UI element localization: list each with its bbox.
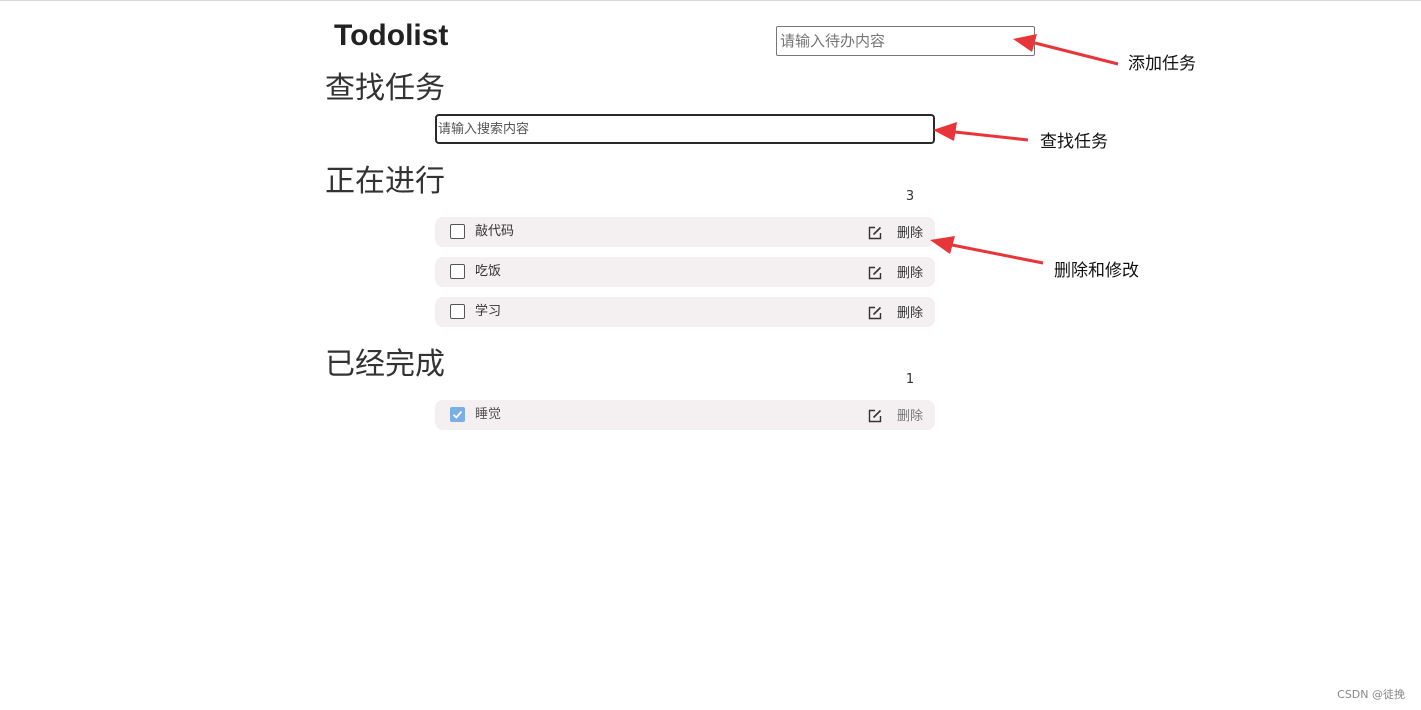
delete-button[interactable]: 删除: [897, 225, 923, 243]
edit-icon[interactable]: [868, 305, 882, 320]
arrow-delete-edit-icon: [930, 236, 1044, 265]
watermark: CSDN @徒挽: [1337, 688, 1405, 701]
todo-checkbox[interactable]: [450, 224, 465, 239]
in-progress-section-title: 正在进行: [325, 164, 445, 199]
search-section-title: 查找任务: [325, 71, 445, 106]
app-title: Todolist: [334, 19, 449, 52]
todo-checkbox[interactable]: [450, 264, 465, 279]
search-input[interactable]: [435, 114, 935, 144]
annotation-find-task: 查找任务: [1040, 132, 1108, 152]
todo-item: 吃饭 删除: [435, 257, 935, 287]
todo-item: 敲代码 删除: [435, 217, 935, 247]
annotation-arrows: [930, 34, 1119, 265]
delete-button[interactable]: 删除: [897, 305, 923, 323]
delete-button[interactable]: 删除: [897, 265, 923, 283]
todo-item-text: 睡觉: [475, 407, 502, 422]
in-progress-count: 3: [905, 189, 915, 204]
annotation-delete-edit: 删除和修改: [1054, 261, 1139, 281]
completed-count: 1: [905, 372, 915, 387]
annotation-add-task: 添加任务: [1128, 54, 1196, 74]
todo-item-text: 学习: [475, 304, 502, 319]
todo-item-text: 敲代码: [475, 224, 515, 239]
edit-icon[interactable]: [868, 408, 882, 423]
edit-icon[interactable]: [868, 265, 882, 280]
completed-section-title: 已经完成: [325, 347, 445, 382]
add-task-input[interactable]: [776, 26, 1035, 56]
todo-item-text: 吃饭: [475, 264, 502, 279]
edit-icon[interactable]: [868, 225, 882, 240]
todo-item: 睡觉 删除: [435, 400, 935, 430]
todo-checkbox-checked[interactable]: [450, 407, 465, 422]
todo-item: 学习 删除: [435, 297, 935, 327]
arrow-find-task-icon: [933, 122, 1029, 142]
todo-checkbox[interactable]: [450, 304, 465, 319]
delete-button[interactable]: 删除: [897, 408, 923, 426]
